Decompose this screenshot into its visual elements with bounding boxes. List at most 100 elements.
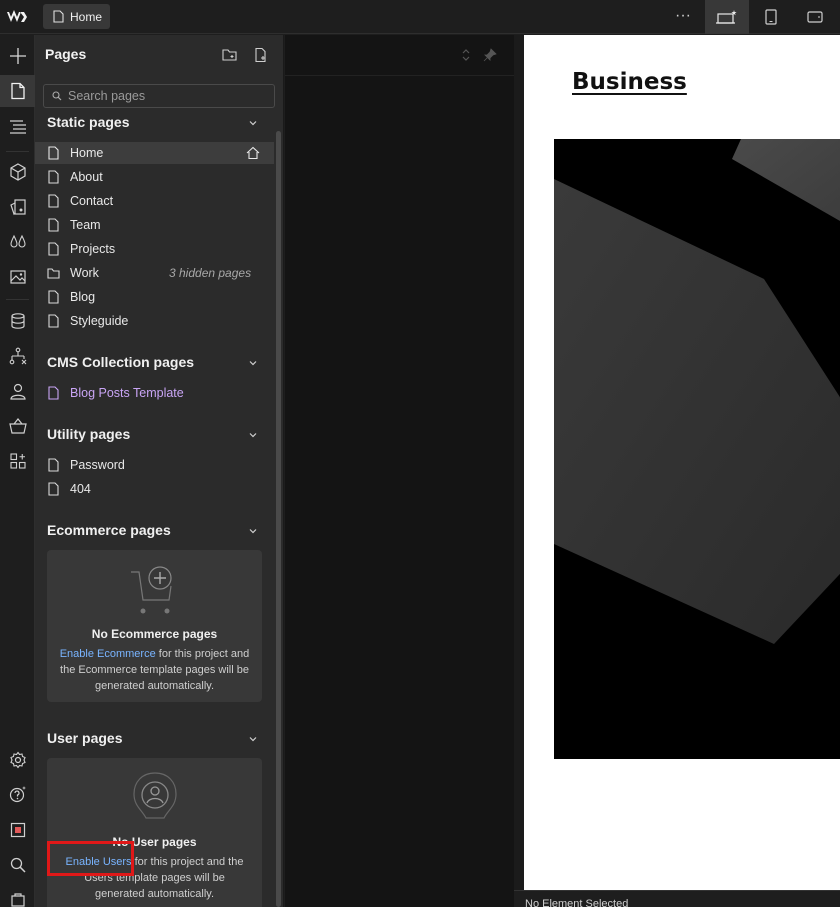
page-icon [48,458,59,472]
pages-panel-icon[interactable] [0,75,35,107]
page-row-blog-posts-template[interactable]: Blog Posts Template [35,382,274,404]
ecommerce-empty-title: No Ecommerce pages [91,627,218,641]
panel-divider [285,75,514,76]
components-cube-icon[interactable] [0,156,35,188]
enable-ecommerce-link[interactable]: Enable Ecommerce [60,648,156,660]
user-pages-icon [133,772,177,819]
cms-database-icon[interactable] [0,305,35,337]
apps-grid-icon[interactable] [0,445,35,477]
add-elements-icon[interactable] [0,40,35,72]
webflow-logo-icon[interactable] [6,7,28,27]
canvas-gutter [514,35,524,907]
page-icon [48,218,59,232]
page-icon [48,146,59,160]
chevron-down-icon[interactable] [246,428,260,442]
cms-pages-title: CMS Collection pages [47,354,195,370]
search-pages-field[interactable] [43,84,275,108]
cart-add-icon [131,566,172,614]
chevron-down-icon[interactable] [246,524,260,538]
search-pages-input[interactable] [68,89,258,103]
current-page-label: Home [70,9,103,24]
pin-icon[interactable] [483,48,497,62]
page-icon [48,314,59,328]
home-icon [246,146,260,160]
sort-updown-icon[interactable] [459,48,473,62]
ecommerce-pages-title: Ecommerce pages [47,522,171,538]
help-question-icon[interactable] [0,778,35,810]
more-options-icon[interactable]: ··· [672,5,694,29]
navigator-icon[interactable] [0,111,35,143]
rail-divider [6,299,29,300]
page-name: Projects [70,242,116,256]
settings-gear-icon[interactable] [0,744,35,776]
rail-divider [6,151,29,152]
tablet-breakpoint-button[interactable] [749,0,793,34]
page-row-password[interactable]: Password [35,454,274,476]
tablet-icon [765,9,777,25]
panel-title: Pages [45,46,87,62]
style-selectors-icon[interactable] [0,191,35,223]
page-row-team[interactable]: Team [35,214,274,236]
ecommerce-empty-description: Enable Ecommerce for this project and th… [59,648,250,692]
logic-flow-icon[interactable] [0,340,35,372]
current-page-tab[interactable]: Home [43,4,110,29]
users-empty-description: Enable Users for this project and the Us… [65,856,244,900]
design-canvas[interactable]: Business [524,35,840,890]
mobile-landscape-icon [807,11,823,23]
left-tool-rail [0,35,35,907]
users-empty-card: No User pages Enable Users for this proj… [47,758,262,907]
page-name: Contact [70,194,114,208]
page-icon [48,290,59,304]
hero-abstract-shapes [554,139,840,644]
search-icon [52,91,62,101]
record-stop-icon[interactable] [0,814,35,846]
hero-image[interactable] [554,139,840,759]
static-pages-title: Static pages [47,114,130,130]
panel-scrollbar[interactable] [276,131,281,907]
page-row-work-folder[interactable]: Work 3 hidden pages [35,262,274,284]
page-icon [48,194,59,208]
ecommerce-basket-icon[interactable] [0,410,35,442]
page-icon [48,170,59,184]
page-row-home[interactable]: Home [35,142,274,164]
page-row-contact[interactable]: Contact [35,190,274,212]
assets-image-icon[interactable] [0,261,35,293]
page-row-styleguide[interactable]: Styleguide [35,310,274,332]
page-row-404[interactable]: 404 [35,478,274,500]
page-icon [53,10,64,23]
page-name: Blog Posts Template [70,386,184,400]
search-magnifier-icon[interactable] [0,849,35,881]
ecommerce-empty-card: No Ecommerce pages Enable Ecommerce for … [47,550,262,702]
page-icon [48,242,59,256]
page-row-about[interactable]: About [35,166,274,188]
page-name: Home [70,146,104,160]
users-person-icon[interactable] [0,375,35,407]
top-bar: Home ··· [0,0,840,34]
utility-pages-title: Utility pages [47,426,131,442]
page-name: Password [70,458,125,472]
canvas-heading[interactable]: Business [572,69,687,95]
page-name: Team [70,218,101,232]
users-empty-title: No User pages [112,835,197,849]
page-row-projects[interactable]: Projects [35,238,274,260]
variables-drops-icon[interactable] [0,226,35,258]
desktop-breakpoint-button[interactable] [705,0,749,34]
page-row-blog[interactable]: Blog [35,286,274,308]
hidden-pages-note: 3 hidden pages [169,266,252,280]
chevron-down-icon[interactable] [246,116,260,130]
folder-icon [47,268,60,279]
user-pages-title: User pages [47,730,123,746]
chevron-down-icon[interactable] [246,732,260,746]
chevron-down-icon[interactable] [246,356,260,370]
page-icon [48,482,59,496]
new-folder-icon[interactable] [222,47,238,63]
page-name: Work [70,266,99,280]
status-text: No Element Selected [525,898,629,907]
mobile-landscape-breakpoint-button[interactable] [793,0,837,34]
page-name: Blog [70,290,96,304]
secondary-panel [285,35,514,907]
new-page-icon[interactable] [253,47,269,63]
enable-users-link[interactable]: Enable Users [66,856,132,868]
video-tutorials-icon[interactable] [0,884,35,907]
page-name: About [70,170,103,184]
